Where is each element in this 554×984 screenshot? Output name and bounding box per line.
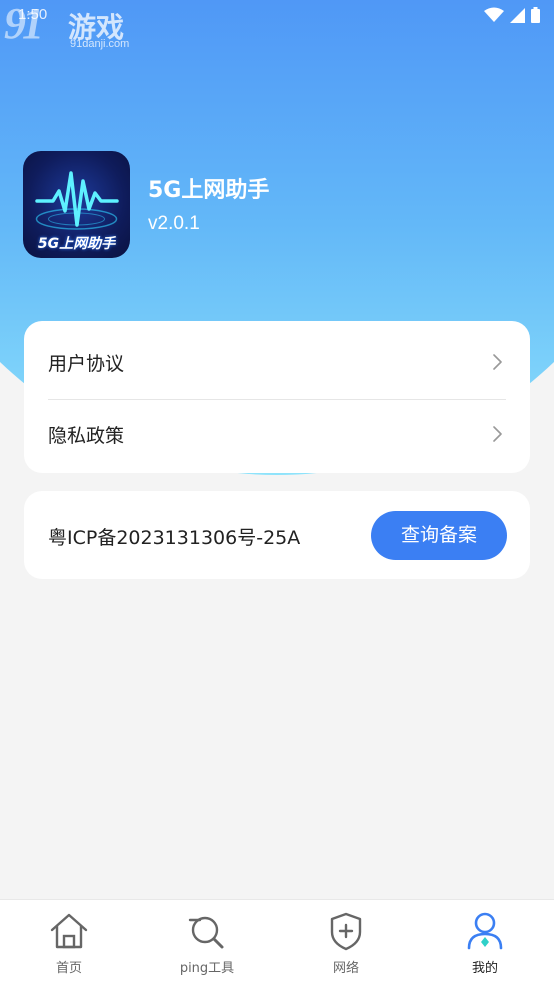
nav-label: 网络 [332, 961, 359, 976]
chevron-right-icon [493, 354, 502, 370]
cellular-signal-icon [510, 7, 525, 23]
menu-item-label: 用户协议 [48, 353, 125, 375]
watermark-number: 91 [4, 0, 44, 48]
user-icon [467, 912, 503, 950]
search-icon [188, 916, 224, 949]
home-icon [50, 913, 88, 949]
nav-label: 首页 [55, 961, 82, 976]
watermark-logo: 91 游戏 91danji.com [4, 0, 144, 52]
status-icons [484, 7, 540, 23]
battery-icon [531, 7, 540, 23]
app-name: 5G上网助手 [148, 178, 270, 203]
app-version: v2.0.1 [148, 213, 200, 234]
nav-item-home[interactable]: 首页 [0, 900, 138, 984]
menu-item-label: 隐私政策 [48, 425, 125, 447]
nav-label: 我的 [471, 961, 498, 976]
icp-record-card: 粤ICP备2023131306号-25A 查询备案 [24, 491, 530, 579]
chevron-right-icon [493, 426, 502, 442]
query-record-button[interactable]: 查询备案 [371, 511, 507, 560]
bottom-navigation: 首页 ping工具 网络 我的 [0, 899, 554, 984]
nav-item-mine[interactable]: 我的 [416, 900, 554, 984]
app-logo: 5G上网助手 [23, 151, 130, 258]
menu-item-privacy-policy[interactable]: 隐私政策 [24, 393, 530, 467]
menu-item-user-agreement[interactable]: 用户协议 [24, 321, 530, 395]
app-logo-text: 5G上网助手 [37, 236, 116, 252]
watermark-url: 91danji.com [70, 38, 130, 50]
settings-menu-card: 用户协议 隐私政策 [24, 321, 530, 473]
nav-item-ping-tool[interactable]: ping工具 [138, 900, 276, 984]
nav-item-network[interactable]: 网络 [277, 900, 415, 984]
wifi-icon [484, 7, 504, 22]
icp-record-number: 粤ICP备2023131306号-25A [48, 527, 301, 549]
shield-plus-icon [330, 912, 362, 951]
nav-label: ping工具 [179, 961, 235, 976]
